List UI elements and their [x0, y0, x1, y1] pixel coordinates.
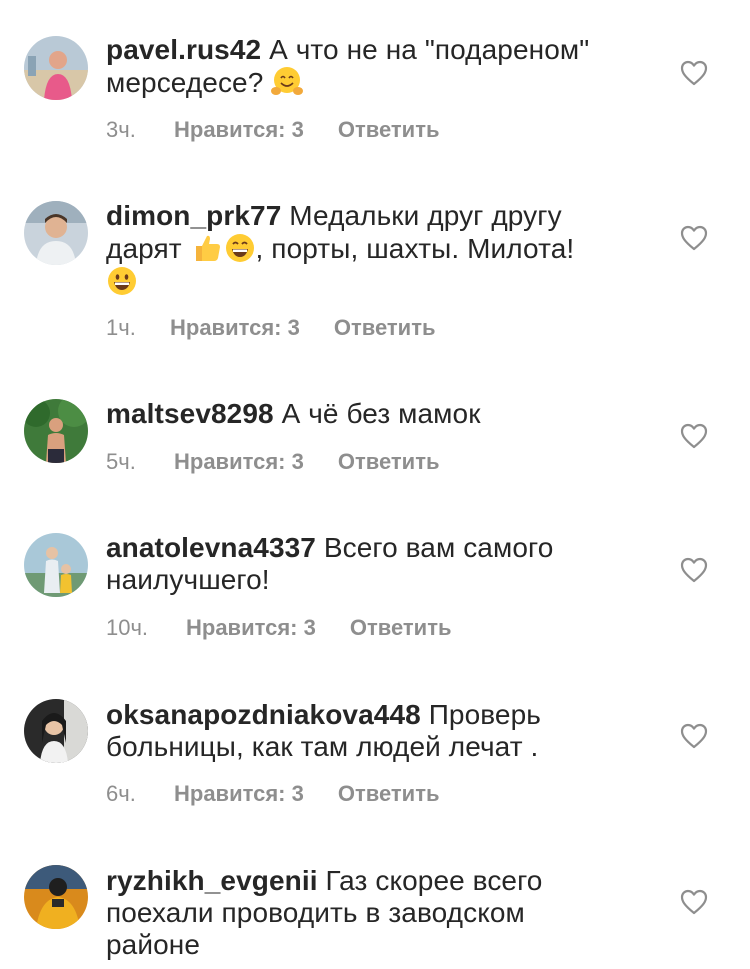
username[interactable]: ryzhikh_evgenii: [106, 865, 318, 896]
timestamp: 6ч.: [106, 781, 136, 806]
comment-text-line2: поехали проводить в заводском: [106, 897, 525, 928]
heart-icon[interactable]: [680, 889, 708, 915]
avatar-photo: [24, 36, 88, 100]
comment-body: maltsev8298 А чё без мамок: [106, 398, 626, 430]
heart-icon[interactable]: [680, 423, 708, 449]
username[interactable]: pavel.rus42: [106, 34, 261, 65]
username[interactable]: oksanapozdniakova448: [106, 699, 421, 730]
likes-count[interactable]: Нравится: 3: [170, 315, 300, 341]
likes-count[interactable]: Нравится: 3: [174, 781, 304, 807]
timestamp: 3ч.: [106, 117, 136, 142]
avatar-photo: [24, 533, 88, 597]
heart-icon[interactable]: [680, 557, 708, 583]
grinning-face-emoji-icon: [224, 232, 256, 264]
comment-meta: 10ч. Нравится: 3 Ответить: [106, 615, 452, 641]
username[interactable]: maltsev8298: [106, 398, 274, 429]
comment-meta: 3ч. Нравится: 3 Ответить: [106, 117, 440, 143]
comment-text: Газ скорее всего: [317, 865, 543, 896]
comment-text-line3: районе: [106, 929, 200, 960]
avatar-photo: [24, 865, 88, 929]
comment-body: anatolevna4337 Всего вам самого наилучше…: [106, 532, 626, 596]
heart-icon[interactable]: [680, 225, 708, 251]
comment-text-line2a: дарят: [106, 233, 190, 264]
avatar[interactable]: [24, 533, 88, 597]
comment-meta: 6ч. Нравится: 3 Ответить: [106, 781, 440, 807]
comment-text-line2: наилучшего!: [106, 564, 270, 595]
avatar[interactable]: [24, 36, 88, 100]
reply-button[interactable]: Ответить: [350, 615, 452, 641]
heart-icon[interactable]: [680, 723, 708, 749]
comment-text-line2b: , порты, шахты. Милота!: [255, 233, 575, 264]
comment-body: pavel.rus42 А что не на "подареном" мерс…: [106, 34, 626, 99]
avatar-photo: [24, 399, 88, 463]
grinning-face-emoji-icon: [106, 265, 138, 297]
avatar-photo: [24, 699, 88, 763]
heart-icon[interactable]: [680, 60, 708, 86]
comment-text: А чё без мамок: [273, 398, 481, 429]
reply-button[interactable]: Ответить: [338, 449, 440, 475]
comment-text: Всего вам самого: [315, 532, 554, 563]
timestamp: 10ч.: [106, 615, 149, 640]
thumbs-up-emoji-icon: [190, 232, 222, 264]
likes-count[interactable]: Нравится: 3: [186, 615, 316, 641]
comment-body: oksanapozdniakova448 Проверь больницы, к…: [106, 699, 626, 763]
comment-meta: 5ч. Нравится: 3 Ответить: [106, 449, 440, 475]
reply-button[interactable]: Ответить: [338, 117, 440, 143]
timestamp: 5ч.: [106, 449, 136, 474]
comment-body: ryzhikh_evgenii Газ скорее всего поехали…: [106, 865, 626, 961]
avatar-photo: [24, 201, 88, 265]
comment-text-line2: мерседесе?: [106, 67, 272, 98]
comment-text: А что не на "подареном": [261, 34, 590, 65]
comment-text: Проверь: [420, 699, 541, 730]
avatar[interactable]: [24, 865, 88, 929]
comment-meta: 1ч. Нравится: 3 Ответить: [106, 315, 436, 341]
reply-button[interactable]: Ответить: [334, 315, 436, 341]
comment-body: dimon_prk77 Медальки друг другу дарят , …: [106, 200, 626, 298]
comment-text: Медальки друг другу: [281, 200, 562, 231]
timestamp: 1ч.: [106, 315, 136, 340]
avatar[interactable]: [24, 699, 88, 763]
reply-button[interactable]: Ответить: [338, 781, 440, 807]
avatar[interactable]: [24, 201, 88, 265]
likes-count[interactable]: Нравится: 3: [174, 449, 304, 475]
comment-text-line2: больницы, как там людей лечат .: [106, 731, 539, 762]
username[interactable]: anatolevna4337: [106, 532, 316, 563]
avatar[interactable]: [24, 399, 88, 463]
likes-count[interactable]: Нравится: 3: [174, 117, 304, 143]
hugging-face-emoji-icon: [271, 66, 304, 98]
username[interactable]: dimon_prk77: [106, 200, 281, 231]
